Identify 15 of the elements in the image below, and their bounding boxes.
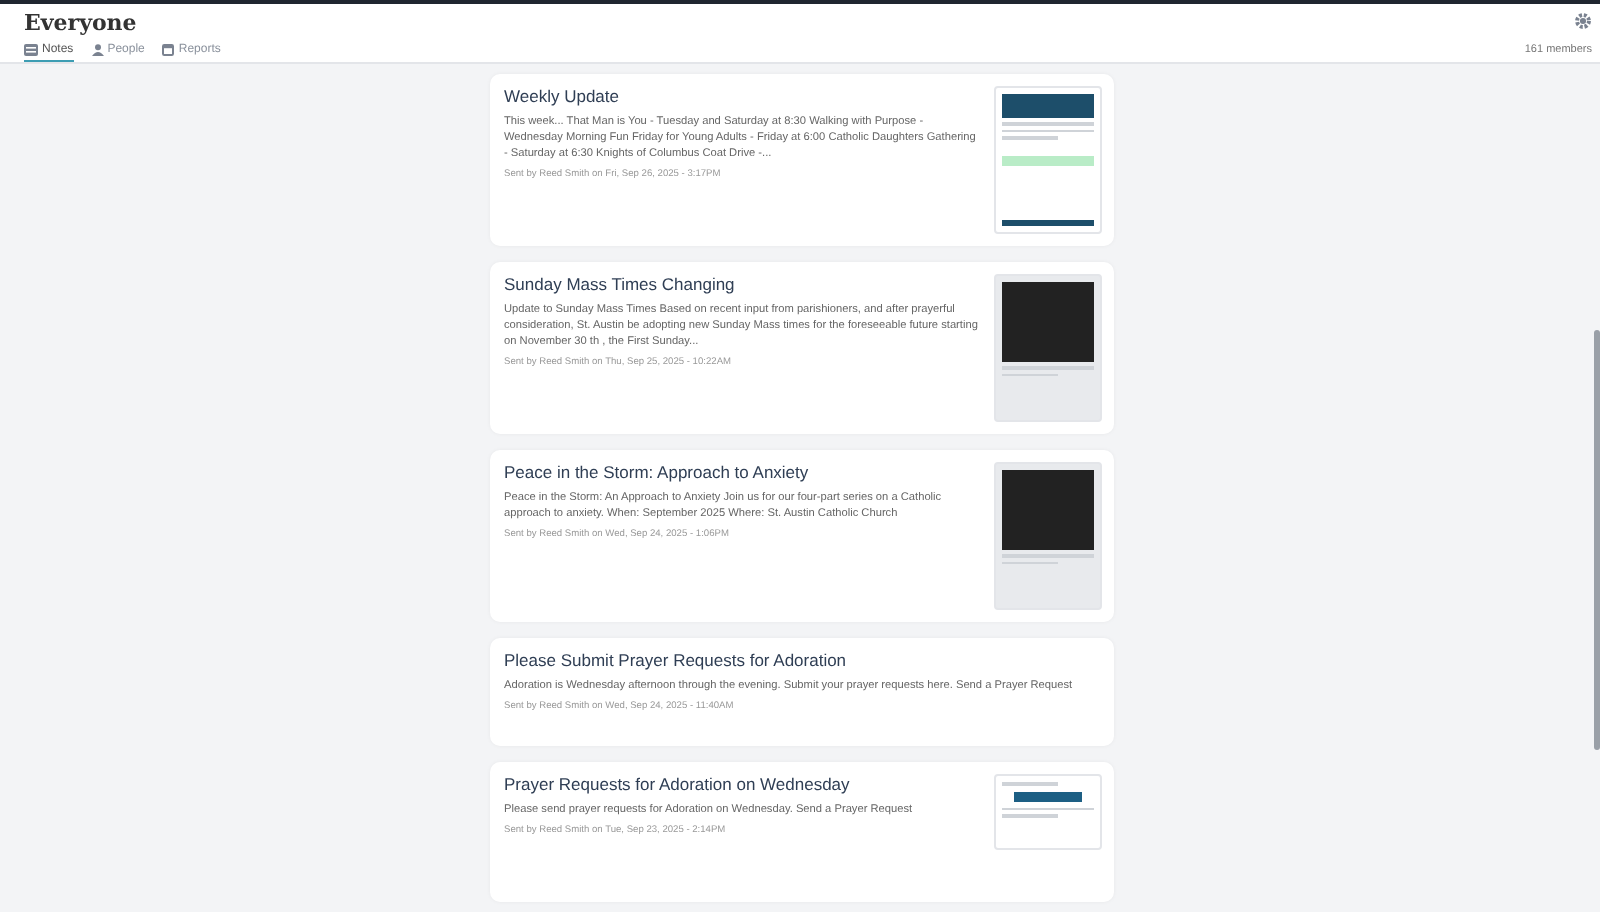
note-card[interactable]: [490, 450, 1114, 622]
note-title[interactable]: Prayer Requests for Adoration on Wednesday: [504, 774, 978, 794]
note-title[interactable]: Weekly Update: [504, 86, 978, 106]
calendar-icon: [162, 44, 175, 56]
note-card[interactable]: [490, 74, 1114, 246]
note-title[interactable]: Please Submit Prayer Requests for Adoration: [504, 650, 1102, 670]
scrollbar[interactable]: [1594, 330, 1600, 750]
settings-icon[interactable]: [1574, 12, 1592, 30]
list-icon: [24, 44, 38, 56]
person-icon: [91, 44, 104, 56]
note-title[interactable]: Peace in the Storm: Approach to Anxiety: [504, 462, 978, 482]
note-card[interactable]: [490, 262, 1114, 434]
form-thumbnail: [994, 774, 1102, 850]
group-title: Everyone: [24, 10, 139, 36]
note-title[interactable]: Sunday Mass Times Changing: [504, 274, 978, 294]
